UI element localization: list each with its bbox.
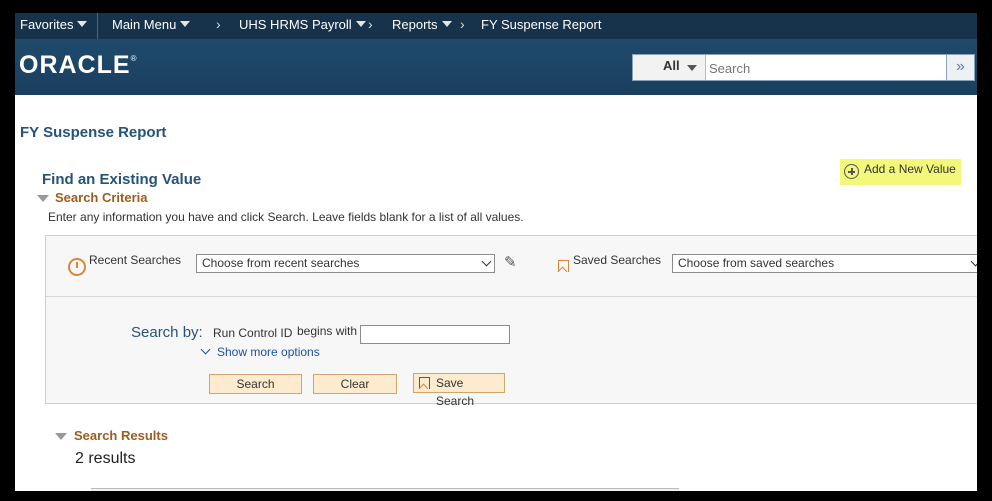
breadcrumb-caret-icon xyxy=(355,21,366,27)
search-instructions: Enter any information you have and click… xyxy=(48,210,524,224)
show-more-options-label: Show more options xyxy=(217,345,320,359)
search-scope-dropdown[interactable]: All xyxy=(633,55,706,80)
breadcrumb-caret-icon xyxy=(441,21,452,27)
search-by-label: Search by: xyxy=(131,324,203,341)
logo-text: ORACLE xyxy=(19,51,131,79)
search-go-button[interactable]: » xyxy=(946,55,974,80)
global-search: All » xyxy=(632,54,975,81)
history-clock-icon xyxy=(68,258,86,276)
logo-mark: ® xyxy=(130,54,138,63)
run-control-id-input[interactable] xyxy=(360,325,510,344)
breadcrumb-chevron-icon: › xyxy=(460,16,465,32)
results-count: 2 results xyxy=(75,450,136,467)
favorites-label: Favorites xyxy=(20,17,74,32)
recent-searches-value: Choose from recent searches xyxy=(202,256,360,270)
add-new-value-label: Add a New Value xyxy=(864,162,956,176)
chevron-down-icon xyxy=(481,256,492,267)
results-grid xyxy=(91,488,679,491)
main-menu[interactable]: Main Menu xyxy=(112,17,191,32)
top-nav: Favorites Main Menu › UHS HRMS Payroll ›… xyxy=(15,13,977,39)
edit-pencil-icon[interactable]: ✎ xyxy=(504,253,517,271)
search-criteria-label: Search Criteria xyxy=(55,190,148,205)
double-chevron-right-icon: » xyxy=(956,58,965,75)
triangle-down-icon xyxy=(37,195,49,202)
bookmark-icon xyxy=(419,377,430,389)
favorites-menu[interactable]: Favorites xyxy=(20,17,88,32)
run-control-id-label: Run Control ID xyxy=(213,326,293,340)
search-panel: Recent Searches Choose from recent searc… xyxy=(45,235,977,408)
main-menu-caret-icon xyxy=(180,21,191,27)
search-results-label: Search Results xyxy=(74,428,168,443)
bookmark-icon xyxy=(558,260,569,272)
save-search-button[interactable]: Save Search xyxy=(413,373,505,408)
operator-label: begins with xyxy=(297,324,358,338)
favorites-caret-icon xyxy=(77,21,88,27)
breadcrumb-uhs-hrms-payroll[interactable]: UHS HRMS Payroll xyxy=(239,17,366,32)
recent-searches-label: Recent Searches xyxy=(89,253,182,267)
breadcrumb-label: UHS HRMS Payroll xyxy=(239,17,352,32)
find-existing-value-heading: Find an Existing Value xyxy=(42,171,202,188)
breadcrumb-reports[interactable]: Reports xyxy=(392,17,452,32)
global-search-input[interactable] xyxy=(707,56,945,79)
breadcrumb-chevron-icon: › xyxy=(368,16,373,32)
add-circle-icon xyxy=(844,164,859,179)
add-new-value-link[interactable]: Add a New Value xyxy=(840,159,961,185)
header-banner: ORACLE® All » xyxy=(15,39,977,95)
breadcrumb-label: Reports xyxy=(392,17,438,32)
oracle-logo: ORACLE® xyxy=(19,51,137,80)
search-button[interactable]: Search xyxy=(209,374,302,394)
recent-searches-select[interactable]: Choose from recent searches xyxy=(196,254,495,273)
saved-searches-select[interactable]: Choose from saved searches xyxy=(672,254,977,273)
chevron-down-icon xyxy=(687,65,697,71)
nav-separator xyxy=(97,13,98,39)
chevron-down-icon xyxy=(970,256,977,267)
main-menu-label: Main Menu xyxy=(112,17,177,32)
breadcrumb-chevron-icon: › xyxy=(216,16,221,32)
saved-searches-label: Saved Searches xyxy=(573,253,662,267)
recent-saved-row: Recent Searches Choose from recent searc… xyxy=(46,236,977,297)
show-more-options-link[interactable]: Show more options xyxy=(200,344,320,359)
page-title: FY Suspense Report xyxy=(20,124,167,141)
breadcrumb-label: FY Suspense Report xyxy=(481,17,602,32)
chevron-down-icon xyxy=(200,344,211,355)
breadcrumb-fy-suspense-report[interactable]: FY Suspense Report xyxy=(481,17,601,32)
app-frame: Favorites Main Menu › UHS HRMS Payroll ›… xyxy=(15,13,977,491)
saved-searches-value: Choose from saved searches xyxy=(678,256,835,270)
search-scope-label: All xyxy=(663,58,680,73)
clear-button[interactable]: Clear xyxy=(313,374,397,394)
triangle-down-icon xyxy=(55,433,67,440)
save-search-label: Save Search xyxy=(436,376,475,408)
